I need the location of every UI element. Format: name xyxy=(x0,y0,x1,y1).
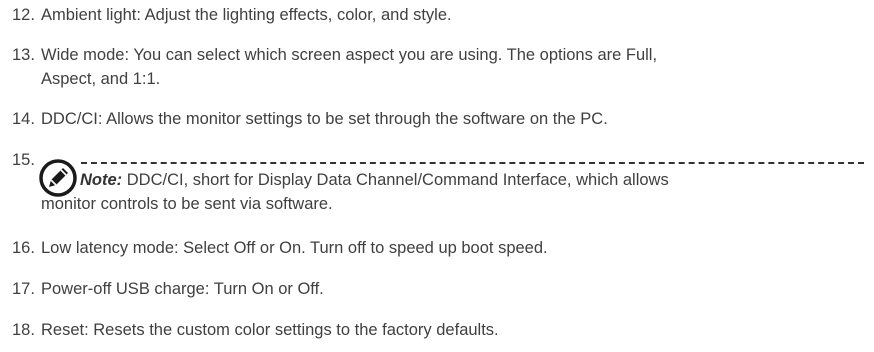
item-text-line1: Wide mode: You can select which screen a… xyxy=(41,46,658,64)
item-number: 16. xyxy=(12,239,35,257)
item-text-line2: Aspect, and 1:1. xyxy=(41,70,161,88)
item-text: Power-off USB charge: Turn On or Off. xyxy=(41,280,324,298)
note-text-line2: monitor controls to be sent via software… xyxy=(41,195,333,213)
item-number: 18. xyxy=(12,321,35,339)
item-text: Low latency mode: Select Off or On. Turn… xyxy=(41,239,548,257)
note-label: Note: xyxy=(80,171,123,189)
item-number: 12. xyxy=(12,6,35,24)
item-number: 14. xyxy=(12,110,35,128)
note-text-line1: Note: DDC/CI, short for Display Data Cha… xyxy=(80,170,669,191)
note-body: DDC/CI, short for Display Data Channel/C… xyxy=(122,171,669,189)
item-number: 17. xyxy=(12,280,35,298)
pencil-note-icon xyxy=(39,159,77,197)
item-number: 13. xyxy=(12,46,35,64)
note-divider xyxy=(81,162,864,164)
item-text: Ambient light: Adjust the lighting effec… xyxy=(41,6,452,24)
item-text: DDC/CI: Allows the monitor settings to b… xyxy=(41,110,608,128)
item-text: Reset: Resets the custom color settings … xyxy=(41,321,499,339)
item-number: 15. xyxy=(12,151,35,169)
